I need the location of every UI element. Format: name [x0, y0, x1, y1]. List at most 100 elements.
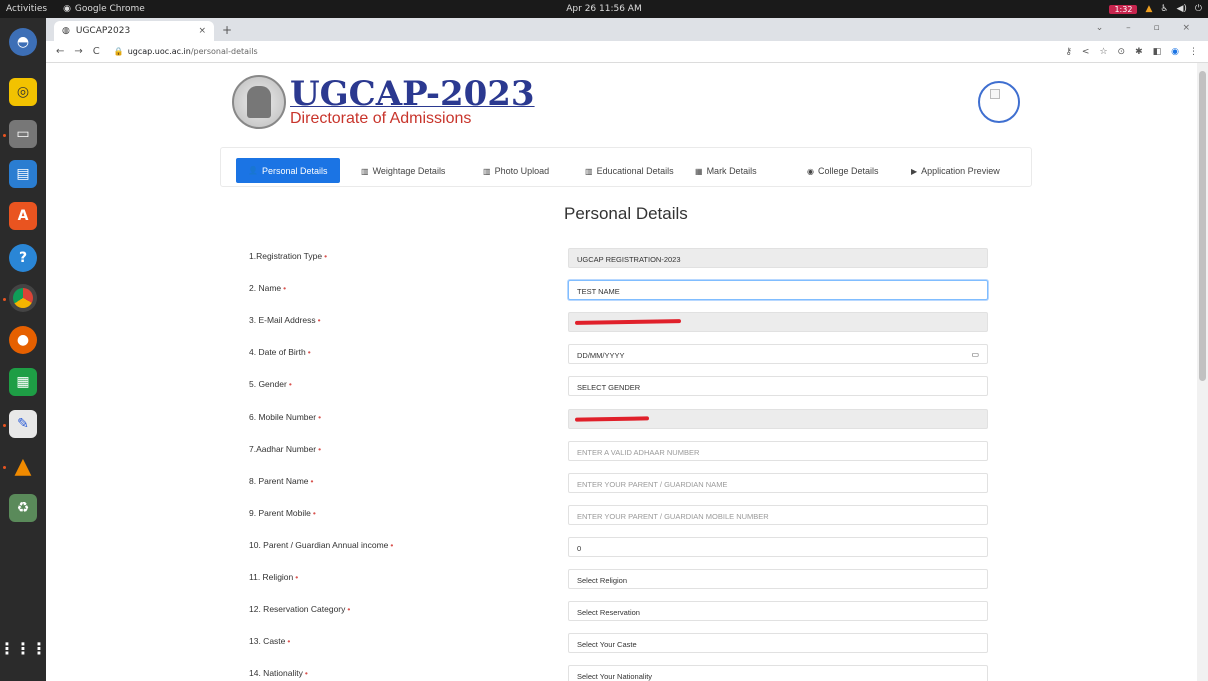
step-label: Photo Upload: [494, 166, 550, 176]
share-icon[interactable]: <: [1082, 47, 1090, 57]
browser-tab[interactable]: ◍ UGCAP2023 ×: [54, 21, 214, 41]
site-logo[interactable]: UGCAP-2023 Directorate of Admissions: [232, 75, 535, 129]
form-title: Personal Details: [564, 204, 688, 223]
system-top-bar: Activities ◉ Google Chrome Apr 26 11:56 …: [0, 0, 1208, 18]
gender-select[interactable]: SELECT GENDER: [568, 376, 988, 396]
vlc-icon[interactable]: ▲: [9, 452, 37, 480]
step-label: Weightage Details: [372, 166, 446, 176]
page-scrollbar[interactable]: [1197, 63, 1208, 681]
calendar-icon[interactable]: ▭: [971, 350, 979, 359]
image-icon: ▥: [483, 166, 491, 176]
text-editor-icon[interactable]: ✎: [9, 410, 37, 438]
show-apps-icon[interactable]: ⋮⋮⋮: [0, 634, 47, 662]
menu-icon[interactable]: ⋮: [1189, 47, 1198, 57]
chrome-dock-icon[interactable]: [9, 284, 37, 312]
email-field[interactable]: [568, 312, 988, 332]
step-mark-details[interactable]: ▦ Mark Details: [695, 159, 757, 183]
app-name: Google Chrome: [74, 4, 145, 14]
date-placeholder: DD/MM/YYYY: [577, 351, 625, 360]
step-personal-details[interactable]: 👤 Personal Details: [236, 158, 340, 183]
accessibility-icon[interactable]: ♿: [1160, 4, 1168, 14]
caste-select[interactable]: Select Your Caste: [568, 633, 988, 653]
url-path: /personal-details: [190, 47, 258, 56]
field-label: 9. Parent Mobile •: [249, 508, 316, 518]
mobile-number-field[interactable]: [568, 409, 988, 429]
logo-text: UGCAP-2023 Directorate of Admissions: [290, 76, 535, 128]
step-label: Application Preview: [921, 166, 1000, 176]
sidepanel-icon[interactable]: ◧: [1153, 47, 1162, 57]
religion-select[interactable]: Select Religion: [568, 569, 988, 589]
tab-title: UGCAP2023: [75, 26, 131, 36]
field-label: 1.Registration Type •: [249, 251, 328, 261]
aadhar-number-input[interactable]: ENTER A VALID ADHAAR NUMBER: [568, 441, 988, 461]
step-application-preview[interactable]: ▶ Application Preview: [911, 159, 1000, 183]
app-icon-1[interactable]: ◓: [9, 28, 37, 56]
new-tab-button[interactable]: +: [222, 23, 232, 37]
form-row-aadhar: 7.Aadhar Number • ENTER A VALID ADHAAR NU…: [46, 441, 1196, 463]
browser-chrome: ◍ UGCAP2023 × + ⌄ – ▫ × ← → C 🔒 ugcap.uo…: [46, 18, 1208, 63]
step-weightage-details[interactable]: ▥ Weightage Details: [361, 159, 445, 183]
software-center-icon[interactable]: A: [9, 202, 37, 230]
step-educational-details[interactable]: ▥ Educational Details: [585, 159, 674, 183]
step-navigation: 👤 Personal Details ▥ Weightage Details ▥…: [220, 147, 1032, 187]
tab-favicon-icon: ◍: [62, 26, 70, 36]
window-controls[interactable]: ⌄ – ▫ ×: [1096, 23, 1200, 33]
power-icon[interactable]: ⏻: [1195, 4, 1202, 14]
field-label: 7.Aadhar Number •: [249, 444, 322, 454]
back-icon[interactable]: ←: [56, 46, 64, 57]
address-bar[interactable]: 🔒 ugcap.uoc.ac.in/personal-details: [114, 47, 258, 56]
key-icon[interactable]: ⚷: [1065, 47, 1072, 57]
step-college-details[interactable]: ◉ College Details: [807, 159, 879, 183]
field-label: 13. Caste •: [249, 636, 291, 646]
step-label: Educational Details: [596, 166, 674, 176]
help-icon[interactable]: ?: [9, 244, 37, 272]
parent-name-input[interactable]: ENTER YOUR PARENT / GUARDIAN NAME: [568, 473, 988, 493]
step-label: Mark Details: [706, 166, 757, 176]
registration-type-field[interactable]: UGCAP REGISTRATION-2023: [568, 248, 988, 268]
field-label: 11. Religion •: [249, 572, 299, 582]
reservation-category-select[interactable]: Select Reservation: [568, 601, 988, 621]
target-icon: ◉: [807, 166, 814, 176]
warning-icon[interactable]: ▲: [1145, 4, 1152, 14]
form-row-religion: 11. Religion • Select Religion: [46, 569, 1196, 591]
calc-icon[interactable]: ▦: [9, 368, 37, 396]
firefox-icon[interactable]: ●: [9, 326, 37, 354]
writer-icon[interactable]: ▤: [9, 160, 37, 188]
activities-button[interactable]: Activities: [0, 4, 55, 14]
trash-icon[interactable]: ♻: [9, 494, 37, 522]
field-label: 3. E-Mail Address •: [249, 315, 321, 325]
date-of-birth-input[interactable]: DD/MM/YYYY ▭: [568, 344, 988, 364]
extension-icon[interactable]: ⊙: [1118, 47, 1126, 57]
rhythmbox-icon[interactable]: ◎: [9, 78, 37, 106]
form-row-caste: 13. Caste • Select Your Caste: [46, 633, 1196, 655]
form-row-reservation-category: 12. Reservation Category • Select Reserva…: [46, 601, 1196, 623]
tab-close-icon[interactable]: ×: [198, 26, 206, 36]
field-label: 4. Date of Birth •: [249, 347, 311, 357]
form-row-email: 3. E-Mail Address •: [46, 312, 1196, 334]
annual-income-input[interactable]: 0: [568, 537, 988, 557]
forward-icon[interactable]: →: [74, 46, 82, 57]
preview-icon: ▶: [911, 166, 918, 176]
table-icon: ▥: [361, 166, 369, 176]
user-avatar[interactable]: [978, 81, 1020, 123]
url-host: ugcap.uoc.ac.in: [127, 47, 191, 56]
files-icon[interactable]: ▭: [9, 120, 37, 148]
name-input[interactable]: TEST NAME: [568, 280, 988, 300]
scrollbar-thumb[interactable]: [1199, 71, 1206, 381]
nationality-select[interactable]: Select Your Nationality: [568, 665, 988, 681]
page-content: UGCAP-2023 Directorate of Admissions 👤 P…: [46, 63, 1208, 681]
recording-badge[interactable]: 1:32: [1109, 4, 1138, 14]
reload-icon[interactable]: C: [93, 46, 100, 57]
parent-mobile-input[interactable]: ENTER YOUR PARENT / GUARDIAN MOBILE NUMB…: [568, 505, 988, 525]
puzzle-icon[interactable]: ✱: [1135, 47, 1143, 57]
volume-icon[interactable]: ◀): [1176, 4, 1186, 14]
profile-icon[interactable]: ◉: [1171, 47, 1179, 57]
bookmark-star-icon[interactable]: ☆: [1099, 47, 1107, 57]
book-icon: ▥: [585, 166, 593, 176]
form-row-nationality: 14. Nationality • Select Your Nationality: [46, 665, 1196, 681]
redaction-mark: [574, 319, 682, 325]
step-photo-upload[interactable]: ▥ Photo Upload: [483, 159, 549, 183]
clock[interactable]: Apr 26 11:56 AM: [566, 4, 641, 14]
system-tray[interactable]: 1:32 ▲ ♿ ◀) ⏻: [1109, 4, 1202, 14]
app-menu[interactable]: ◉ Google Chrome: [55, 4, 145, 14]
